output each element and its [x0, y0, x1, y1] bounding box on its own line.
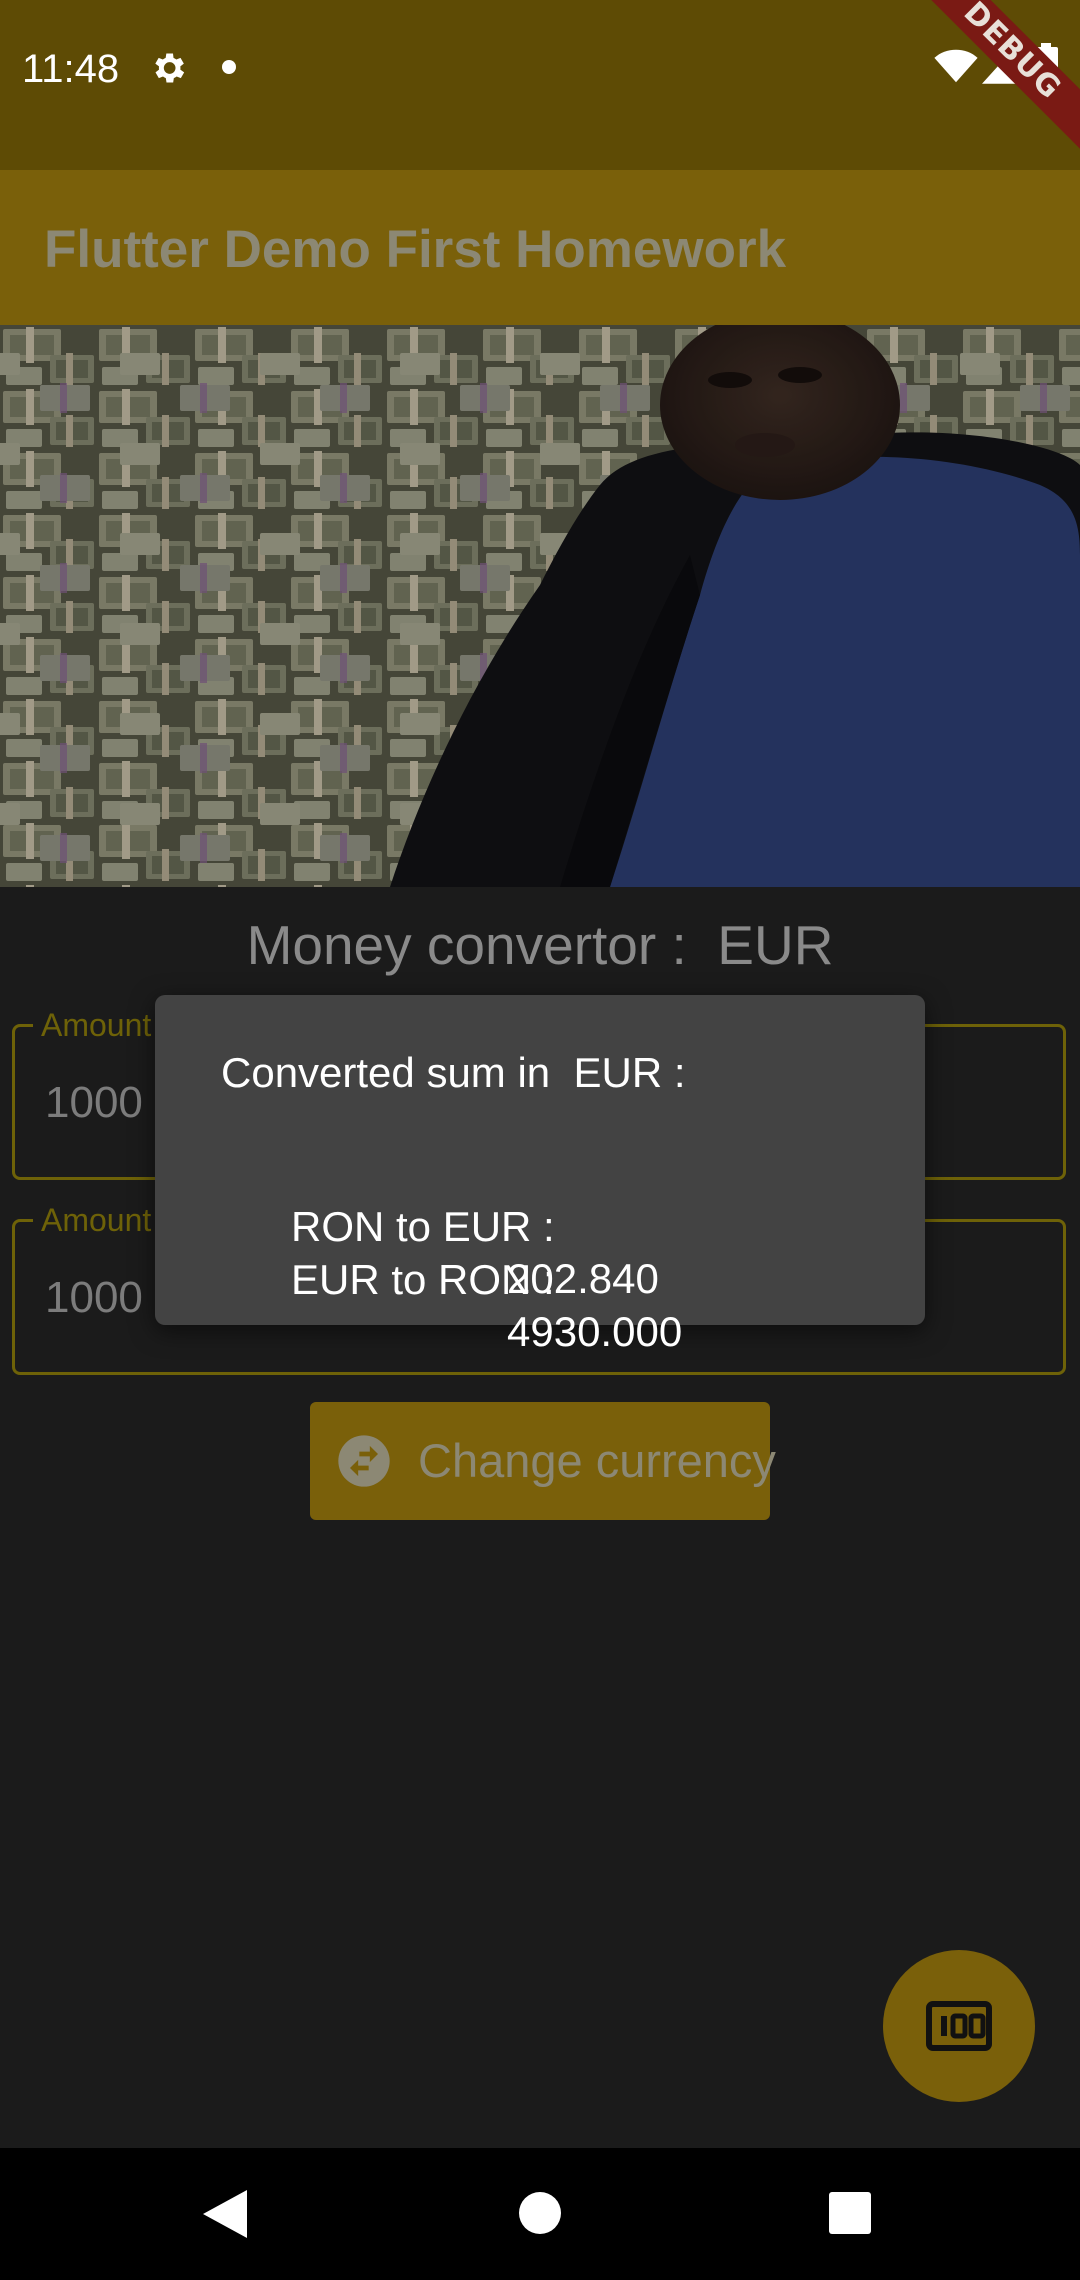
dialog-title: Converted sum in EUR :: [221, 1049, 686, 1096]
dialog-row-label: EUR to RON :: [291, 1256, 555, 1303]
dialog-row-value: 4930.000: [507, 1308, 683, 1355]
conversion-result-dialog: Converted sum in EUR : RON to EUR : 202.…: [155, 995, 925, 1355]
hero-image: [0, 325, 1080, 887]
converter-title: Money convertor : EUR: [246, 914, 834, 976]
gear-icon: [155, 53, 185, 83]
amount-value[interactable]: 1000: [45, 1075, 143, 1131]
amount-label: Amount: [33, 1007, 160, 1043]
notification-dot-icon: [222, 60, 236, 74]
amount-value[interactable]: 1000: [45, 1270, 143, 1326]
status-time: 11:48: [22, 47, 120, 91]
back-icon[interactable]: [203, 2190, 247, 2238]
app-screen: 11:48 DEBUG Flutter Demo First Homework: [0, 0, 1080, 2280]
home-icon[interactable]: [519, 2192, 561, 2234]
recents-icon[interactable]: [829, 2192, 871, 2234]
fab-button[interactable]: [883, 1950, 1035, 2102]
swap-horizontal-circle-icon: [338, 1435, 390, 1487]
money-pile-photo: [0, 325, 1080, 887]
money-icon: [926, 2001, 992, 2051]
change-currency-button[interactable]: Change currency: [310, 1402, 776, 1520]
amount-label: Amount: [33, 1202, 160, 1238]
app-title: Flutter Demo First Homework: [44, 220, 787, 279]
dialog-row-eur-to-ron: EUR to RON : 4930.000: [221, 1202, 682, 1410]
system-nav-bar: [0, 2148, 1080, 2280]
change-currency-label: Change currency: [418, 1434, 776, 1487]
wifi-icon: [934, 49, 978, 83]
app-bar: Flutter Demo First Homework: [0, 170, 1080, 325]
status-bar: 11:48 DEBUG: [0, 0, 1080, 170]
